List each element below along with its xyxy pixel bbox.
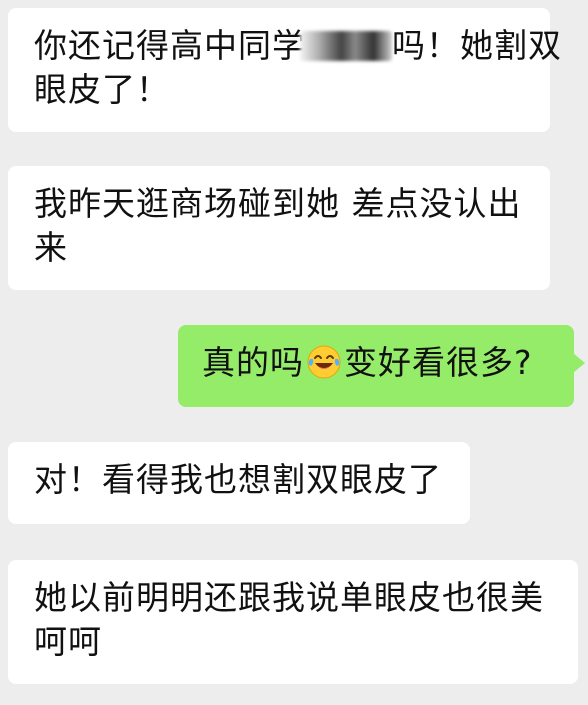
chat-thread: 你还记得高中同学 吗！她割双 眼皮了！ 我昨天逛商场碰到她 差点没认出 来 真的吗…: [0, 0, 588, 705]
message-text: 呵呵: [34, 622, 102, 661]
message-bubble-outgoing[interactable]: 真的吗 变好看很多?: [178, 325, 585, 407]
message-text: 吗！她割双: [392, 26, 562, 65]
message-text: 真的吗: [202, 343, 304, 382]
message-line: 真的吗 变好看很多?: [202, 341, 552, 385]
message-text: 变好看很多?: [344, 343, 533, 382]
message-line: 你还记得高中同学 吗！她割双: [34, 24, 561, 68]
message-text: 你还记得高中同学: [34, 26, 306, 65]
message-bubble-incoming[interactable]: 对！看得我也想割双眼皮了: [8, 442, 470, 524]
message-text: 她以前明明还跟我说单眼皮也很美: [34, 578, 544, 617]
message-bubble-incoming[interactable]: 我昨天逛商场碰到她 差点没认出 来: [8, 166, 550, 290]
message-text: 对！看得我也想割双眼皮了: [34, 460, 442, 499]
message-bubble-incoming[interactable]: 她以前明明还跟我说单眼皮也很美 呵呵: [8, 560, 578, 684]
message-text: 我昨天逛商场碰到她 差点没认出: [34, 184, 522, 223]
message-bubble-incoming[interactable]: 你还记得高中同学 吗！她割双 眼皮了！: [8, 8, 561, 132]
message-text: 来: [34, 228, 68, 267]
censored-name-redaction: [300, 31, 392, 61]
face-with-tears-of-joy-icon: [306, 344, 342, 380]
message-text: 眼皮了！: [34, 70, 170, 109]
